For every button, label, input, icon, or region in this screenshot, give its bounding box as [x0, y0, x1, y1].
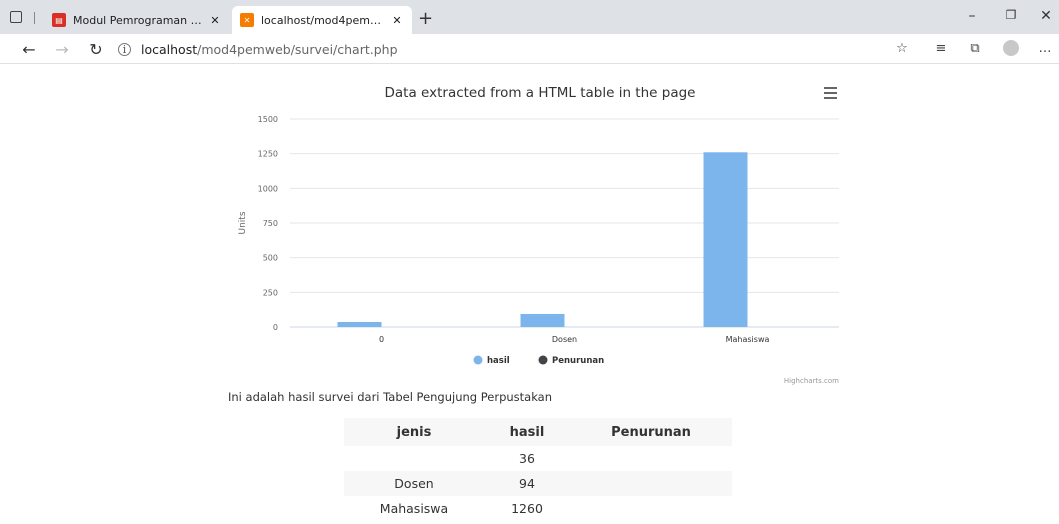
table-header: hasil — [484, 418, 570, 446]
y-tick-label: 250 — [263, 288, 278, 297]
tab-pdf[interactable]: ▤ Modul Pemrograman Web_I.pdf ✕ — [44, 6, 230, 34]
table-row: Dosen 94 — [344, 471, 732, 496]
table-header: jenis — [344, 418, 484, 446]
table-cell — [570, 496, 732, 521]
tab-title: Modul Pemrograman Web_I.pdf — [73, 13, 202, 27]
x-tick-label: 0 — [379, 335, 384, 344]
url-host: localhost — [141, 41, 198, 57]
y-tick-label: 500 — [263, 254, 278, 263]
bar-hasil[interactable] — [520, 313, 565, 327]
legend-item-hasil[interactable]: hasil — [487, 356, 510, 366]
page-content: Data extracted from a HTML table in the … — [0, 65, 1059, 524]
collections-icon[interactable]: ⧉ — [966, 41, 984, 56]
y-tick-label: 0 — [273, 323, 278, 332]
favorite-add-icon[interactable]: ☆ — [893, 41, 911, 56]
y-axis-label: Units — [238, 211, 248, 234]
table-cell: Mahasiswa — [379, 501, 449, 516]
forward-icon[interactable]: → — [53, 40, 71, 59]
tab-bar: ▤ Modul Pemrograman Web_I.pdf ✕ ✕ localh… — [0, 0, 1059, 34]
y-tick-label: 1000 — [258, 184, 278, 193]
x-axis-ticks: 0 Dosen Mahasiswa — [379, 335, 770, 344]
y-tick-label: 1250 — [258, 150, 278, 159]
tab-title: localhost/mod4pemweb/survei/chart.php — [261, 13, 384, 27]
more-icon[interactable]: … — [1036, 41, 1054, 56]
chart-bars — [337, 152, 748, 327]
page-caption: Ini adalah hasil survei dari Tabel Pengu… — [228, 390, 553, 404]
table-header: Penurunan — [570, 418, 732, 446]
chart-legend: hasil Penurunan — [473, 355, 604, 366]
table-cell: 36 — [519, 451, 535, 466]
bar-hasil[interactable] — [337, 322, 382, 327]
url-path: /mod4pemweb/survei/chart.php — [197, 41, 398, 57]
legend-marker[interactable] — [473, 355, 483, 365]
table-cell: 1260 — [511, 501, 543, 516]
window-close-icon[interactable]: ✕ — [1036, 8, 1056, 24]
table-row: Mahasiswa 1260 — [344, 496, 732, 521]
browser-toolbar: ← → ↻ i localhost/mod4pemweb/survei/char… — [0, 34, 1059, 64]
favorites-icon[interactable]: ≡ — [932, 41, 950, 56]
close-icon[interactable]: ✕ — [390, 14, 404, 27]
legend-marker[interactable] — [538, 355, 548, 365]
y-tick-label: 1500 — [258, 115, 278, 124]
table-row: 36 — [344, 446, 732, 471]
close-icon[interactable]: ✕ — [208, 14, 222, 27]
chart-credits[interactable]: Highcharts.com — [784, 377, 839, 385]
back-icon[interactable]: ← — [20, 40, 38, 59]
chart-grid — [290, 118, 839, 328]
x-tick-label: Dosen — [552, 335, 577, 344]
table-cell — [570, 471, 732, 496]
info-icon[interactable]: i — [118, 42, 131, 56]
profile-avatar[interactable] — [1003, 40, 1019, 56]
tab-chart[interactable]: ✕ localhost/mod4pemweb/survei/chart.php … — [232, 6, 412, 34]
table-cell: Dosen — [344, 471, 484, 496]
new-tab-icon[interactable]: + — [418, 8, 433, 29]
table-cell: 94 — [484, 471, 570, 496]
pdf-icon: ▤ — [52, 13, 66, 27]
table-header-row: jenis hasil Penurunan — [344, 418, 732, 446]
chart-title: Data extracted from a HTML table in the … — [385, 85, 696, 101]
chart-menu-icon[interactable] — [824, 87, 837, 102]
bar-chart: Data extracted from a HTML table in the … — [238, 85, 839, 385]
tab-actions-icon[interactable] — [10, 11, 22, 23]
tab-divider — [34, 12, 35, 24]
refresh-icon[interactable]: ↻ — [87, 40, 105, 59]
y-tick-label: 750 — [263, 219, 278, 228]
legend-item-penurunan[interactable]: Penurunan — [552, 356, 604, 366]
table-cell — [570, 446, 732, 471]
address-bar[interactable]: i localhost/mod4pemweb/survei/chart.php — [118, 38, 873, 60]
bar-hasil[interactable] — [703, 152, 748, 327]
table-cell — [344, 446, 484, 471]
x-tick-label: Mahasiswa — [726, 335, 770, 344]
restore-icon[interactable]: ❐ — [1001, 8, 1021, 22]
y-axis-ticks: 0 250 500 750 1000 1250 1500 — [258, 115, 278, 332]
data-table: jenis hasil Penurunan 36 Dosen 94 Mahasi… — [344, 418, 732, 521]
minimize-icon[interactable]: – — [962, 8, 982, 24]
xampp-icon: ✕ — [240, 13, 254, 27]
